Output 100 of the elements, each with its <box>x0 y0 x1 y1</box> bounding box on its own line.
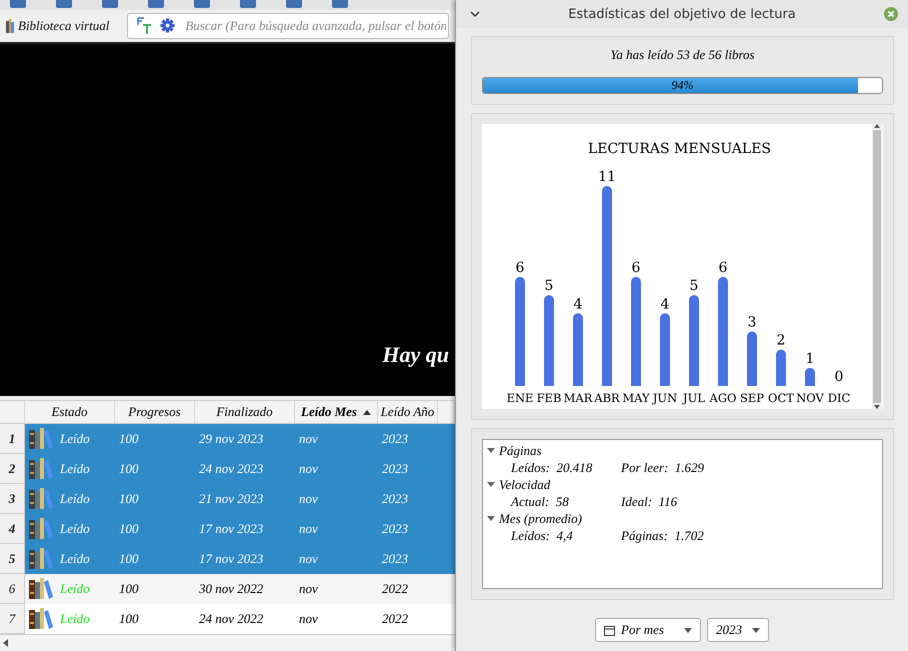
column-header[interactable]: Finalizado <box>195 401 295 423</box>
data-label: 6 <box>516 260 524 276</box>
table-row[interactable]: 6 Leído 100 30 nov 2022 nov 2022 <box>0 574 455 604</box>
table-cell: 21 nov 2023 <box>199 491 264 507</box>
expanded-icon[interactable] <box>487 448 495 454</box>
table-cell: 100 <box>119 491 138 507</box>
scrollbar-thumb[interactable] <box>873 130 881 403</box>
axis-label: ABR <box>594 391 620 405</box>
axis-label: OCT <box>768 391 794 405</box>
data-label: 5 <box>690 278 698 294</box>
scroll-down-icon[interactable] <box>874 405 880 409</box>
table-cell: 100 <box>119 581 138 597</box>
axis-label: MAY <box>622 391 650 405</box>
data-label: 2 <box>776 332 786 349</box>
caret-icon <box>684 628 692 632</box>
tree-item[interactable]: Velocidad <box>499 476 550 492</box>
table-cell: 24 nov 2022 <box>199 611 264 627</box>
stat-text: Leídos: 4,4 <box>511 528 574 544</box>
books-icon <box>28 488 54 510</box>
expanded-icon[interactable] <box>487 482 495 488</box>
data-label: 3 <box>748 314 756 330</box>
data-label: 5 <box>544 278 554 294</box>
stat-text: Por leer: 1.629 <box>621 460 706 476</box>
stat-text: Ideal: 116 <box>621 494 678 510</box>
expanded-icon[interactable] <box>487 516 495 522</box>
axis-label: NOV <box>796 391 824 405</box>
table-row[interactable]: 3 Leído 100 21 nov 2023 nov 2023 <box>0 484 455 514</box>
sort-up-icon <box>362 410 371 414</box>
row-number: 2 <box>0 454 25 484</box>
table-row[interactable]: 5 Leído 100 17 nov 2023 nov 2023 <box>0 544 455 574</box>
table-cell: nov <box>299 431 318 447</box>
table-cell: 100 <box>119 461 138 477</box>
books-icon <box>6 18 14 33</box>
table-row[interactable]: 2 Leído 100 24 nov 2023 nov 2023 <box>0 454 455 484</box>
axis-label: JUL <box>683 391 705 405</box>
table-cell: nov <box>299 521 318 537</box>
data-label: 1 <box>806 350 814 367</box>
table-cell: 30 nov 2022 <box>199 581 264 597</box>
column-header[interactable]: Progresos <box>115 401 195 423</box>
gear-icon[interactable] <box>160 18 176 34</box>
tree-item[interactable]: Páginas <box>499 442 542 458</box>
table-cell: nov <box>299 551 318 567</box>
column-header[interactable]: Leído Año <box>378 401 438 423</box>
scroll-up-icon[interactable] <box>874 124 880 128</box>
table-cell: nov <box>299 611 318 627</box>
row-number: 1 <box>0 424 25 454</box>
library-button[interactable]: Biblioteca virtual <box>6 18 110 34</box>
chevron-down-icon[interactable] <box>470 11 480 17</box>
table-cell: 2022 <box>382 581 408 597</box>
table-cell: 100 <box>119 521 138 537</box>
table-cell: 100 <box>119 431 138 447</box>
books-icon <box>28 578 54 600</box>
row-number: 5 <box>0 544 25 574</box>
table-cell: 2023 <box>382 461 408 477</box>
table-cell: nov <box>299 491 318 507</box>
row-number: 7 <box>0 604 25 634</box>
table-cell: 29 nov 2023 <box>199 431 264 447</box>
year-dropdown[interactable]: 2023 <box>706 618 769 642</box>
table-cell: 2023 <box>382 521 408 537</box>
axis-label: ENE <box>506 391 534 405</box>
books-icon <box>28 548 54 570</box>
column-header[interactable]: Leído Mes <box>295 401 378 423</box>
data-label: 4 <box>660 296 670 312</box>
books-icon <box>28 518 54 540</box>
row-number: 4 <box>0 514 25 544</box>
period-dropdown[interactable]: Por mes <box>595 618 701 642</box>
table-cell: nov <box>299 581 318 597</box>
axis-label: MAR <box>564 391 592 405</box>
goal-text: Ya has leído 53 de 56 libros <box>609 47 756 63</box>
data-label: 0 <box>834 369 844 385</box>
font-icon <box>136 16 152 35</box>
table-row[interactable]: 7 Leído 100 24 nov 2022 nov 2022 <box>0 604 455 634</box>
table-row[interactable]: 1 Leído 100 29 nov 2023 nov 2023 <box>0 424 455 454</box>
axis-label: DIC <box>828 391 850 405</box>
caret-icon <box>752 628 760 632</box>
tree-item[interactable]: Mes (promedio) <box>499 510 582 526</box>
table-cell: Leído <box>60 461 90 477</box>
data-label: 6 <box>718 260 728 276</box>
table-cell: Leído <box>60 521 90 537</box>
axis-label: AGO <box>710 391 736 405</box>
row-number: 3 <box>0 484 25 514</box>
table-cell: 17 nov 2023 <box>199 551 264 567</box>
table-cell: 2023 <box>382 491 408 507</box>
chart-bar <box>747 331 757 386</box>
cover-text: Hay qu <box>382 342 449 368</box>
books-icon <box>28 608 54 630</box>
axis-label: FEB <box>536 391 562 405</box>
close-icon[interactable] <box>884 7 898 21</box>
table-cell: Leído <box>60 491 90 507</box>
table-cell: 2023 <box>382 431 408 447</box>
chart-bar <box>776 350 786 386</box>
table-cell: Leído <box>60 611 90 627</box>
data-label: 6 <box>632 260 640 276</box>
table-cell: Leído <box>60 581 90 597</box>
data-label: 4 <box>574 296 582 312</box>
table-cell: 2023 <box>382 551 408 567</box>
table-cell: Leído <box>60 551 90 567</box>
column-header[interactable]: Estado <box>25 401 115 423</box>
table-row[interactable]: 4 Leído 100 17 nov 2023 nov 2023 <box>0 514 455 544</box>
table-cell: 24 nov 2023 <box>199 461 264 477</box>
